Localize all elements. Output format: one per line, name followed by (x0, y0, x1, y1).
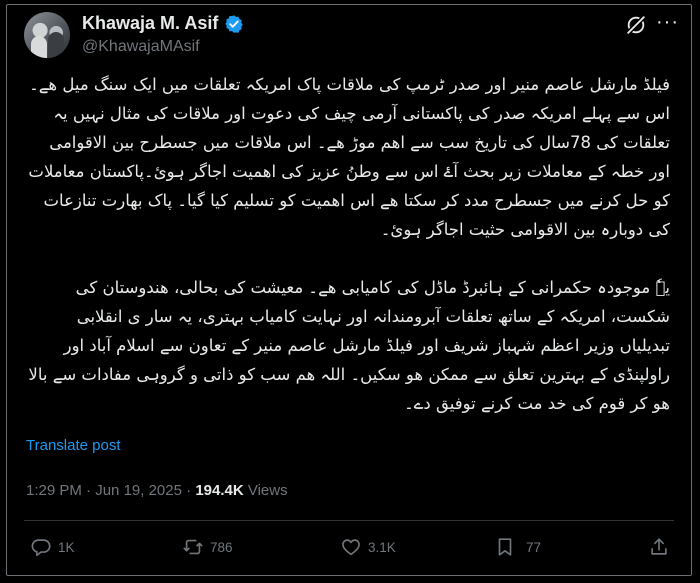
action-bar: 1K 786 3.1K 77 (24, 528, 674, 570)
reply-button[interactable]: 1K (30, 536, 75, 558)
avatar-figure-right (48, 32, 64, 58)
reply-count: 1K (58, 539, 75, 555)
repost-icon (183, 539, 203, 555)
like-button[interactable]: 3.1K (340, 536, 396, 558)
like-icon (342, 539, 360, 556)
divider (24, 520, 674, 521)
tweet-time[interactable]: 1:29 PM (26, 482, 82, 499)
more-icon[interactable]: ··· (656, 12, 679, 32)
avatar[interactable] (24, 12, 70, 58)
author-name-row: Khawaja M. Asif (82, 13, 244, 34)
repost-count: 786 (210, 539, 233, 555)
author-name[interactable]: Khawaja M. Asif (82, 13, 218, 34)
tweet-paragraph-1: فیلڈ مارشل عاصم منیر اور صدر ٹرمپ کی ملا… (28, 75, 670, 239)
bookmark-button[interactable]: 77 (494, 536, 541, 558)
author-handle[interactable]: @KhawajaMAsif (82, 38, 200, 56)
share-button[interactable] (648, 536, 670, 558)
tweet-meta: 1:29 PM · Jun 19, 2025 · 194.4K Views (26, 482, 288, 499)
meta-separator: · (81, 482, 96, 499)
meta-separator-2: · (181, 482, 196, 499)
like-count: 3.1K (368, 539, 396, 555)
views-count: 194.4K (195, 482, 244, 499)
reply-icon (31, 539, 51, 557)
bookmark-count: 77 (526, 539, 542, 555)
share-icon (651, 538, 667, 555)
tweet-date[interactable]: Jun 19, 2025 (95, 482, 182, 499)
verified-badge-icon (225, 14, 244, 33)
tweet-text: فیلڈ مارشل عاصم منیر اور صدر ٹرمپ کی ملا… (26, 70, 670, 418)
views-label: Views (243, 482, 288, 499)
grok-icon[interactable] (625, 14, 647, 36)
tweet-paragraph-2: یہٗ موجودہ حکمرانی کے ہائبرڈ ماڈل کی کام… (28, 278, 670, 413)
bookmark-icon (498, 538, 512, 556)
repost-button[interactable]: 786 (182, 536, 233, 558)
translate-post-link[interactable]: Translate post (26, 437, 121, 454)
avatar-figure-left (31, 36, 47, 58)
